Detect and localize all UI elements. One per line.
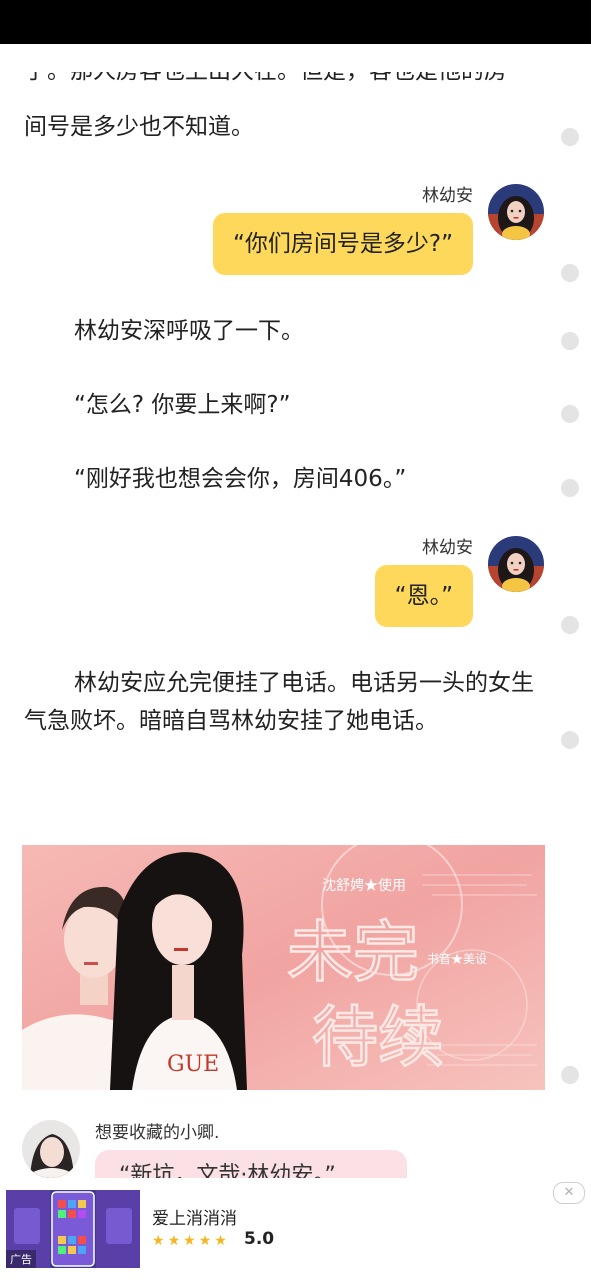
clipped-line-text: 了。那人房客也上出大在。但是，客也是他的房 [24,72,507,90]
close-icon[interactable]: ✕ [553,1182,585,1204]
commenter-avatar[interactable] [22,1120,80,1178]
speaker-name: 林幼安 [422,538,473,558]
to-be-continued-banner: GUE 沈舒娉★使用 未完 待续 书音★美设 [22,845,545,1090]
banner-credit-top: 沈舒娉★使用 [322,877,406,894]
star-icon: ★ [198,1233,212,1249]
commenter-name: 想要收藏的小卿. [95,1123,220,1143]
rating-stars: ★ ★ ★ ★ ★ [152,1230,227,1252]
story-paragraph: “刚好我也想会会你，房间406。” [74,466,407,492]
character-avatar[interactable] [488,184,544,240]
story-paragraph: “怎么? 你要上来啊?” [74,392,291,418]
ad-banner[interactable]: 广告 爱上消消消 ★ ★ ★ ★ ★ 5.0 [0,1178,591,1280]
character-avatar[interactable] [488,536,544,592]
paragraph-comment-dot[interactable] [561,128,579,146]
paragraph-comment-dot[interactable] [561,332,579,350]
shirt-text: GUE [167,1052,219,1077]
ad-thumbnail[interactable]: 广告 [6,1190,140,1268]
paragraph-comment-dot[interactable] [561,616,579,634]
speaker-name: 林幼安 [422,186,473,206]
paragraph-comment-dot[interactable] [561,264,579,282]
story-paragraph: 林幼安深呼吸了一下。 [74,318,304,344]
star-icon: ★ [152,1233,165,1249]
banner-title-line1: 未完 [287,914,419,991]
paragraph-comment-dot[interactable] [561,1066,579,1084]
story-paragraph: 林幼安应允完便挂了电话。电话另一头的女生气急败坏。暗暗自骂林幼安挂了她电话。 [24,670,534,734]
star-icon: ★ [183,1233,196,1249]
dialog-bubble: “恩。” [374,565,473,627]
dialog-bubble: “你们房间号是多少?” [212,213,473,275]
star-icon: ★ [214,1233,227,1249]
ad-label: 广告 [6,1250,36,1268]
paragraph-comment-dot[interactable] [561,731,579,749]
clipped-paragraph-line: 了。那人房客也上出大在。但是，客也是他的房 [24,72,564,92]
banner-credit-side: 书音★美设 [427,951,487,966]
status-bar [0,0,591,44]
paragraph-comment-dot[interactable] [561,479,579,497]
paragraph-comment-dot[interactable] [561,405,579,423]
ad-rating: 5.0 [244,1229,275,1249]
story-paragraph: 间号是多少也不知道。 [24,114,254,140]
ad-title[interactable]: 爱上消消消 [152,1204,237,1229]
star-icon: ★ [167,1233,181,1249]
banner-title-line2: 待续 [312,999,444,1076]
